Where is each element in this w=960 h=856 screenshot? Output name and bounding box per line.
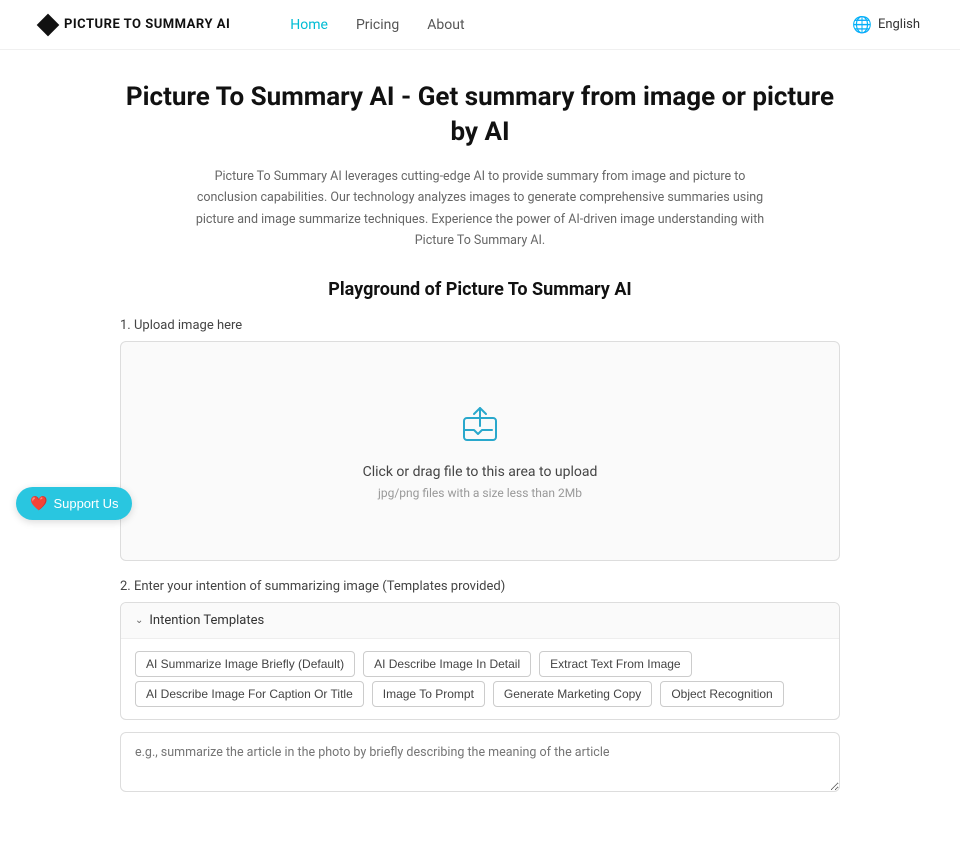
template-btn-5[interactable]: Generate Marketing Copy bbox=[493, 681, 652, 707]
templates-row-2: AI Describe Image For Caption Or Title I… bbox=[121, 681, 839, 719]
upload-hint: jpg/png files with a size less than 2Mb bbox=[378, 486, 582, 500]
template-btn-0[interactable]: AI Summarize Image Briefly (Default) bbox=[135, 651, 355, 677]
upload-icon bbox=[458, 402, 502, 450]
logo[interactable]: PICTURE TO SUMMARY AI bbox=[40, 17, 230, 33]
template-btn-3[interactable]: AI Describe Image For Caption Or Title bbox=[135, 681, 364, 707]
flag-icon: 🌐 bbox=[852, 15, 872, 34]
logo-text: PICTURE TO SUMMARY AI bbox=[64, 17, 230, 32]
intention-header-label: Intention Templates bbox=[149, 613, 264, 628]
intention-templates-header[interactable]: ⌄ Intention Templates bbox=[121, 603, 839, 639]
template-btn-2[interactable]: Extract Text From Image bbox=[539, 651, 691, 677]
upload-area[interactable]: Click or drag file to this area to uploa… bbox=[120, 341, 840, 561]
logo-diamond-icon bbox=[37, 13, 60, 36]
templates-row: AI Summarize Image Briefly (Default) AI … bbox=[121, 639, 839, 681]
hero-title: Picture To Summary AI - Get summary from… bbox=[120, 80, 840, 150]
language-selector[interactable]: 🌐 English bbox=[852, 15, 920, 34]
heart-icon: ❤️ bbox=[30, 495, 47, 512]
hero-description: Picture To Summary AI leverages cutting-… bbox=[190, 166, 770, 251]
nav-pricing[interactable]: Pricing bbox=[356, 17, 399, 33]
nav-home[interactable]: Home bbox=[290, 17, 328, 33]
intention-templates-box: ⌄ Intention Templates AI Summarize Image… bbox=[120, 602, 840, 720]
template-btn-1[interactable]: AI Describe Image In Detail bbox=[363, 651, 531, 677]
support-label: Support Us bbox=[53, 496, 118, 511]
playground-title: Playground of Picture To Summary AI bbox=[120, 279, 840, 300]
template-btn-4[interactable]: Image To Prompt bbox=[372, 681, 485, 707]
intention-label: 2. Enter your intention of summarizing i… bbox=[120, 579, 840, 594]
intention-textarea[interactable] bbox=[120, 732, 840, 792]
main-nav: Home Pricing About bbox=[290, 17, 852, 33]
main-content: Picture To Summary AI - Get summary from… bbox=[100, 50, 860, 856]
upload-label: 1. Upload image here bbox=[120, 318, 840, 333]
language-label: English bbox=[878, 17, 920, 32]
header: PICTURE TO SUMMARY AI Home Pricing About… bbox=[0, 0, 960, 50]
upload-text: Click or drag file to this area to uploa… bbox=[363, 464, 598, 480]
chevron-down-icon: ⌄ bbox=[135, 615, 143, 626]
support-button[interactable]: ❤️ Support Us bbox=[16, 487, 132, 520]
template-btn-6[interactable]: Object Recognition bbox=[660, 681, 783, 707]
nav-about[interactable]: About bbox=[427, 17, 464, 33]
